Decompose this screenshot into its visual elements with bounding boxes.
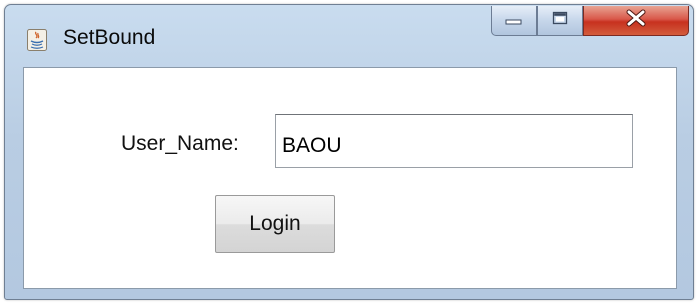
username-label: User_Name: <box>121 132 239 155</box>
content-panel: User_Name: Login <box>23 67 677 289</box>
username-input[interactable] <box>275 114 633 168</box>
title-bar[interactable]: SetBound <box>5 5 693 63</box>
java-app-icon <box>27 29 47 51</box>
app-window: SetBound User_Name: BAOU Login <box>4 4 694 300</box>
minimize-button[interactable] <box>491 6 537 36</box>
window-title: SetBound <box>63 26 156 49</box>
login-button[interactable]: Login <box>215 195 335 253</box>
maximize-icon <box>552 11 568 30</box>
close-button[interactable] <box>583 6 689 36</box>
window-controls <box>491 6 691 36</box>
minimize-icon <box>505 12 523 30</box>
maximize-button[interactable] <box>537 6 583 36</box>
close-icon <box>625 9 647 32</box>
